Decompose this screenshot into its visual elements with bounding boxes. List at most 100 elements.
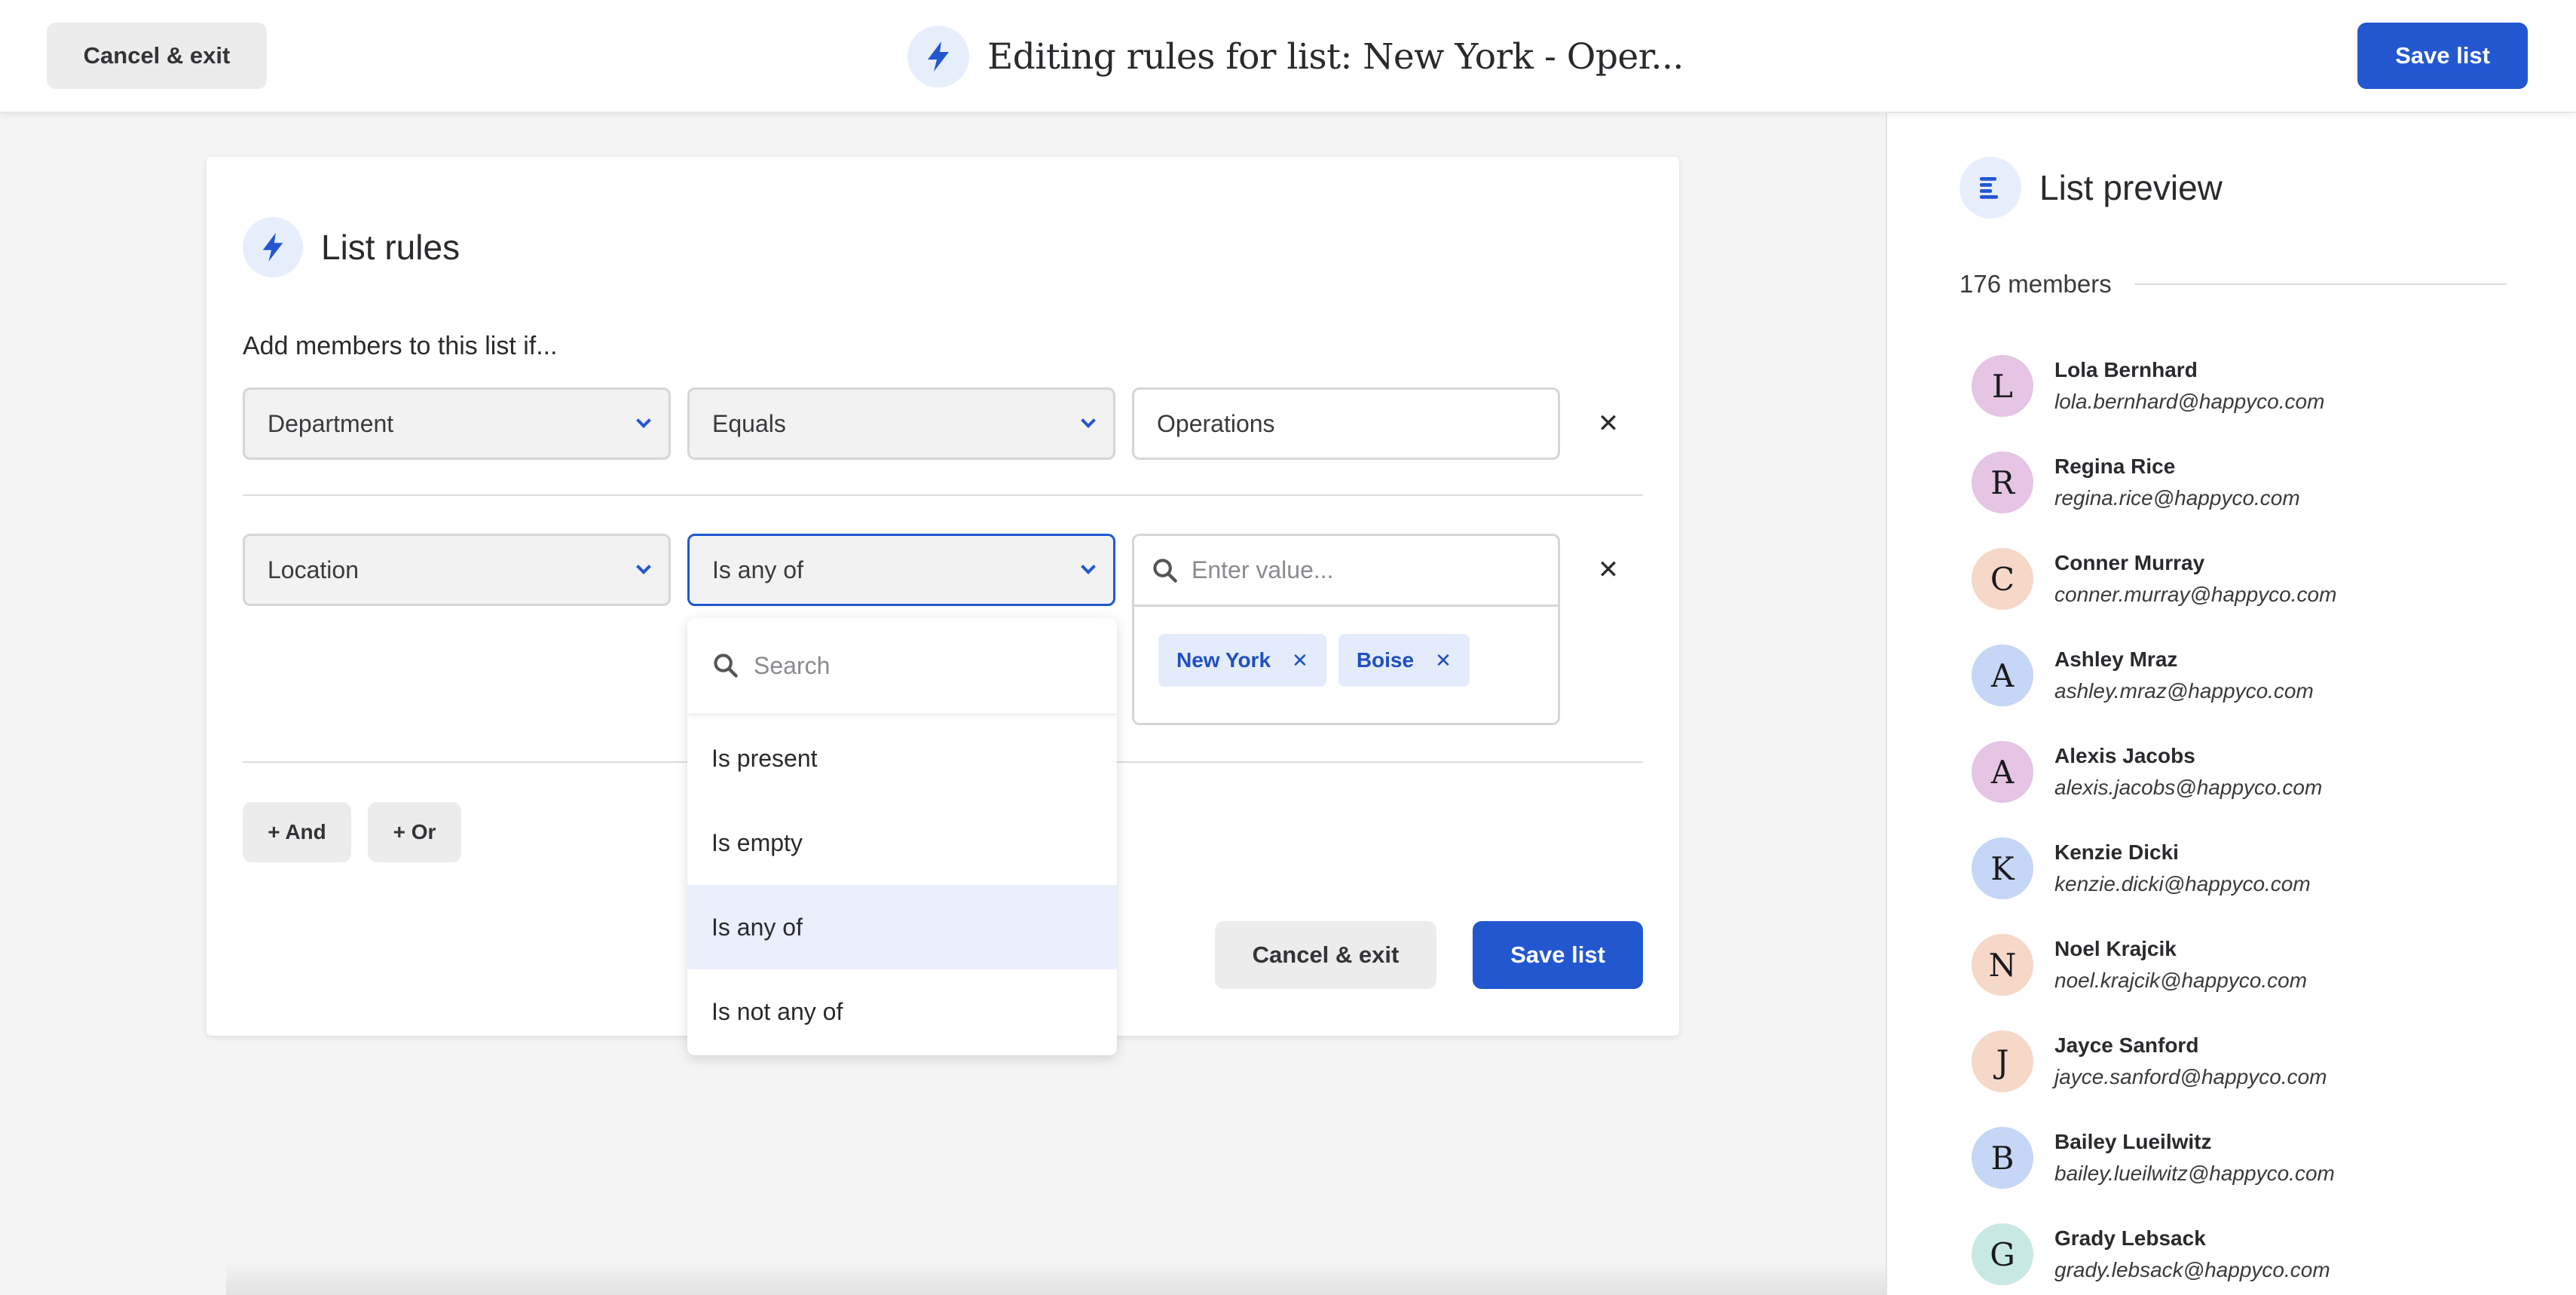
rule2-value-input[interactable]: [1192, 556, 1508, 584]
member-email: jayce.sanford@happyco.com: [2054, 1065, 2327, 1088]
card-save-list-button[interactable]: Save list: [1473, 921, 1643, 989]
member-email: alexis.jacobs@happyco.com: [2054, 776, 2323, 799]
avatar: L: [1972, 355, 2033, 417]
bolt-icon: [243, 217, 303, 277]
chevron-down-icon: [636, 413, 651, 428]
avatar: R: [1972, 452, 2033, 513]
chip-label: New York: [1176, 648, 1271, 672]
add-or-button[interactable]: + Or: [368, 802, 461, 862]
search-icon: [1153, 558, 1177, 583]
member-text: Noel Krajcik noel.krajcik@happyco.com: [2054, 937, 2307, 993]
chip-label: Boise: [1356, 648, 1415, 672]
rule1-field-value: Department: [268, 409, 394, 437]
member-row: L Lola Bernhard lola.bernhard@happyco.com: [1972, 348, 2514, 424]
bottom-shadow: [226, 1260, 1886, 1295]
card-cancel-exit-button[interactable]: Cancel & exit: [1215, 921, 1436, 989]
member-email: bailey.lueilwitz@happyco.com: [2054, 1162, 2335, 1185]
remove-rule2-icon[interactable]: ✕: [1593, 555, 1623, 585]
members-count: 176 members: [1960, 270, 2112, 298]
member-text: Conner Murray conner.murray@happyco.com: [2054, 551, 2336, 607]
member-name: Kenzie Dicki: [2054, 840, 2179, 864]
member-email: ashley.mraz@happyco.com: [2054, 679, 2314, 703]
dropdown-search-input[interactable]: [754, 651, 1070, 680]
top-bar: Cancel & exit Editing rules for list: Ne…: [0, 0, 2576, 113]
member-row: A Ashley Mraz ashley.mraz@happyco.com: [1972, 638, 2514, 713]
avatar: G: [1972, 1223, 2033, 1285]
member-email: conner.murray@happyco.com: [2054, 583, 2337, 606]
member-name: Lola Bernhard: [2054, 358, 2198, 381]
member-row: A Alexis Jacobs alexis.jacobs@happyco.com: [1972, 734, 2514, 810]
member-text: Kenzie Dicki kenzie.dicki@happyco.com: [2054, 840, 2311, 896]
add-and-button[interactable]: + And: [243, 802, 351, 862]
rule2-field-value: Location: [268, 556, 359, 583]
option-is-not-any-of[interactable]: Is not any of: [687, 969, 1117, 1054]
member-text: Ashley Mraz ashley.mraz@happyco.com: [2054, 648, 2314, 703]
member-text: Lola Bernhard lola.bernhard@happyco.com: [2054, 358, 2324, 414]
member-email: grady.lebsack@happyco.com: [2054, 1258, 2330, 1281]
member-name: Grady Lebsack: [2054, 1226, 2206, 1250]
remove-chip-icon[interactable]: ✕: [1435, 649, 1452, 672]
dropdown-search[interactable]: [687, 618, 1117, 713]
rules-intro-text: Add members to this list if...: [243, 332, 558, 360]
member-email: regina.rice@happyco.com: [2054, 486, 2300, 510]
bolt-icon: [907, 26, 969, 87]
member-name: Noel Krajcik: [2054, 937, 2177, 960]
value-chips: New York ✕ Boise ✕: [1158, 634, 1470, 687]
rule1-operator-select[interactable]: Equals: [687, 387, 1115, 460]
chevron-down-icon: [1081, 413, 1096, 428]
member-row: K Kenzie Dicki kenzie.dicki@happyco.com: [1972, 831, 2514, 906]
member-email: lola.bernhard@happyco.com: [2054, 390, 2325, 413]
member-row: C Conner Murray conner.murray@happyco.com: [1972, 541, 2514, 617]
rule1-field-select[interactable]: Department: [243, 387, 671, 460]
member-text: Jayce Sanford jayce.sanford@happyco.com: [2054, 1033, 2327, 1089]
rule-divider: [243, 494, 1643, 496]
member-row: B Bailey Lueilwitz bailey.lueilwitz@happyc…: [1972, 1120, 2514, 1196]
divider: [2134, 283, 2507, 285]
value-chip-new-york: New York ✕: [1158, 634, 1326, 687]
member-text: Grady Lebsack grady.lebsack@happyco.com: [2054, 1226, 2330, 1282]
list-icon: [1960, 157, 2021, 219]
rule2-operator-select[interactable]: Is any of: [687, 534, 1115, 606]
member-row: N Noel Krajcik noel.krajcik@happyco.com: [1972, 927, 2514, 1003]
member-text: Alexis Jacobs alexis.jacobs@happyco.com: [2054, 744, 2322, 800]
option-is-any-of[interactable]: Is any of: [687, 885, 1117, 969]
chevron-down-icon: [636, 559, 651, 574]
value-chip-boise: Boise ✕: [1338, 634, 1470, 687]
rule1-operator-value: Equals: [712, 409, 786, 437]
avatar: C: [1972, 548, 2033, 610]
remove-rule1-icon[interactable]: ✕: [1593, 409, 1623, 439]
rule2-value-multiselect: New York ✕ Boise ✕: [1132, 534, 1560, 725]
remove-chip-icon[interactable]: ✕: [1292, 649, 1308, 672]
member-row: J Jayce Sanford jayce.sanford@happyco.com: [1972, 1024, 2514, 1099]
rule2-value-search[interactable]: [1134, 536, 1558, 607]
member-email: noel.krajcik@happyco.com: [2054, 969, 2308, 992]
member-name: Regina Rice: [2054, 455, 2176, 478]
page-title: Editing rules for list: New York - Oper.…: [987, 35, 1684, 78]
member-row: R Regina Rice regina.rice@happyco.com: [1972, 445, 2514, 520]
member-email: kenzie.dicki@happyco.com: [2054, 872, 2311, 895]
rule2-field-select[interactable]: Location: [243, 534, 671, 606]
member-text: Bailey Lueilwitz bailey.lueilwitz@happyco…: [2054, 1130, 2335, 1186]
member-name: Ashley Mraz: [2054, 648, 2178, 671]
rule1-value-text: Operations: [1157, 409, 1275, 437]
avatar: J: [1972, 1030, 2033, 1092]
member-row: G Grady Lebsack grady.lebsack@happyco.com: [1972, 1217, 2514, 1292]
list-preview-panel: List preview 176 members L Lola Bernhard l…: [1886, 113, 2576, 1295]
rule2-operator-value: Is any of: [712, 556, 803, 583]
rule1-value-input[interactable]: Operations: [1132, 387, 1560, 460]
option-is-present[interactable]: Is present: [687, 716, 1117, 801]
avatar: A: [1972, 741, 2033, 803]
preview-title: List preview: [2039, 168, 2223, 207]
operator-dropdown-menu: Is present Is empty Is any of Is not any…: [687, 618, 1117, 1055]
member-name: Alexis Jacobs: [2054, 744, 2195, 767]
search-icon: [714, 654, 738, 678]
chevron-down-icon: [1081, 559, 1096, 574]
member-name: Jayce Sanford: [2054, 1033, 2199, 1057]
save-list-button[interactable]: Save list: [2357, 23, 2528, 89]
avatar: K: [1972, 837, 2033, 899]
card-header: List rules: [243, 217, 460, 277]
member-name: Conner Murray: [2054, 551, 2205, 574]
cancel-exit-button[interactable]: Cancel & exit: [47, 23, 267, 89]
option-is-empty[interactable]: Is empty: [687, 801, 1117, 885]
members-count-row: 176 members: [1960, 270, 2507, 298]
